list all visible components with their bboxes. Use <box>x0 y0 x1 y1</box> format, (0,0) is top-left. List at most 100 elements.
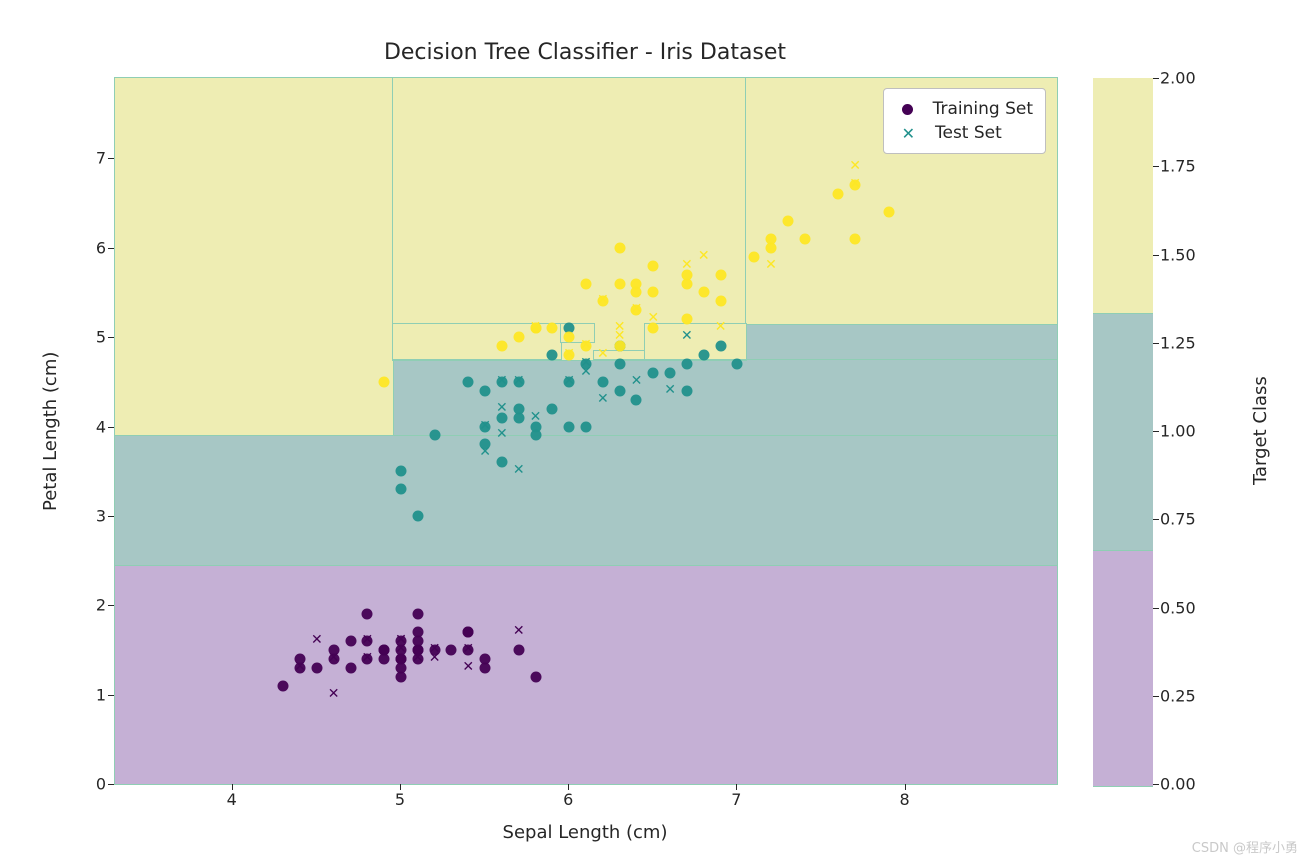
train-point <box>597 376 608 387</box>
train-point <box>496 341 507 352</box>
train-point <box>345 636 356 647</box>
train-point <box>362 609 373 620</box>
test-point: ✕ <box>311 635 323 647</box>
colorbar-tick-label: 1.00 <box>1160 422 1196 441</box>
colorbar-label: Target Class <box>1250 78 1271 784</box>
train-point <box>311 662 322 673</box>
test-point: ✕ <box>513 626 525 638</box>
colorbar-tick-label: 1.75 <box>1160 157 1196 176</box>
decision-region-class2 <box>393 78 746 360</box>
test-point: ✕ <box>361 653 373 665</box>
y-tick-label: 7 <box>76 149 106 168</box>
train-point <box>581 278 592 289</box>
train-point <box>463 376 474 387</box>
train-point <box>547 323 558 334</box>
train-point <box>681 314 692 325</box>
test-point: ✕ <box>563 376 575 388</box>
legend-test-label: Test Set <box>935 123 1002 143</box>
train-point <box>379 644 390 655</box>
train-point <box>547 350 558 361</box>
test-point: ✕ <box>530 322 542 334</box>
train-point <box>883 207 894 218</box>
decision-region-class1 <box>115 435 1057 565</box>
test-point: ✕ <box>597 349 609 361</box>
colorbar-tick-mark <box>1153 696 1159 697</box>
train-point <box>698 350 709 361</box>
y-tick-mark <box>108 784 114 785</box>
x-icon: ✕ <box>902 128 915 139</box>
train-point <box>799 233 810 244</box>
test-point: ✕ <box>698 251 710 263</box>
train-point <box>782 215 793 226</box>
decision-region-class2 <box>115 78 393 435</box>
train-point <box>715 269 726 280</box>
train-point <box>850 233 861 244</box>
train-point <box>681 358 692 369</box>
decision-region-class0 <box>115 565 1057 784</box>
colorbar-segment <box>1093 78 1153 314</box>
train-point <box>530 671 541 682</box>
decision-region-class1 <box>393 360 1057 436</box>
colorbar-tick-label: 1.50 <box>1160 245 1196 264</box>
y-tick-mark <box>108 427 114 428</box>
x-tick-label: 8 <box>900 790 910 809</box>
train-point <box>513 644 524 655</box>
test-point: ✕ <box>563 349 575 361</box>
train-point <box>395 466 406 477</box>
train-point <box>732 358 743 369</box>
test-point: ✕ <box>580 340 592 352</box>
test-point: ✕ <box>630 376 642 388</box>
test-point: ✕ <box>395 644 407 656</box>
x-tick-label: 7 <box>731 790 741 809</box>
train-point <box>581 421 592 432</box>
decision-region-class2 <box>645 324 746 360</box>
train-point <box>681 278 692 289</box>
test-point: ✕ <box>496 376 508 388</box>
test-point: ✕ <box>479 447 491 459</box>
train-point <box>631 287 642 298</box>
test-point: ✕ <box>462 644 474 656</box>
chart-title: Decision Tree Classifier - Iris Dataset <box>114 40 1056 65</box>
circle-icon <box>902 104 913 115</box>
train-point <box>513 412 524 423</box>
colorbar-tick-label: 0.50 <box>1160 598 1196 617</box>
test-point: ✕ <box>294 662 306 674</box>
test-point: ✕ <box>412 653 424 665</box>
train-point <box>547 403 558 414</box>
colorbar-tick-mark <box>1153 78 1159 79</box>
train-point <box>345 662 356 673</box>
train-point <box>429 430 440 441</box>
y-tick-mark <box>108 605 114 606</box>
colorbar-tick-mark <box>1153 519 1159 520</box>
train-point <box>833 189 844 200</box>
train-point <box>480 385 491 396</box>
test-point: ✕ <box>496 403 508 415</box>
y-tick-mark <box>108 695 114 696</box>
train-point <box>395 484 406 495</box>
test-point: ✕ <box>530 412 542 424</box>
colorbar-segment <box>1093 314 1153 550</box>
train-point <box>446 644 457 655</box>
train-point <box>614 242 625 253</box>
colorbar-tick-mark <box>1153 166 1159 167</box>
test-point: ✕ <box>361 635 373 647</box>
test-point: ✕ <box>664 385 676 397</box>
colorbar-tick-label: 1.25 <box>1160 333 1196 352</box>
train-point <box>715 341 726 352</box>
train-point <box>513 332 524 343</box>
train-point <box>681 385 692 396</box>
test-point: ✕ <box>597 394 609 406</box>
train-point <box>648 287 659 298</box>
test-point: ✕ <box>715 322 727 334</box>
train-point <box>496 457 507 468</box>
colorbar-tick-label: 2.00 <box>1160 69 1196 88</box>
y-tick-mark <box>108 337 114 338</box>
y-tick-label: 2 <box>76 596 106 615</box>
test-point: ✕ <box>681 260 693 272</box>
legend-item-test: ✕ Test Set <box>896 121 1033 145</box>
train-point <box>631 394 642 405</box>
y-tick-label: 3 <box>76 506 106 525</box>
train-point <box>648 367 659 378</box>
train-point <box>530 430 541 441</box>
test-point: ✕ <box>580 367 592 379</box>
